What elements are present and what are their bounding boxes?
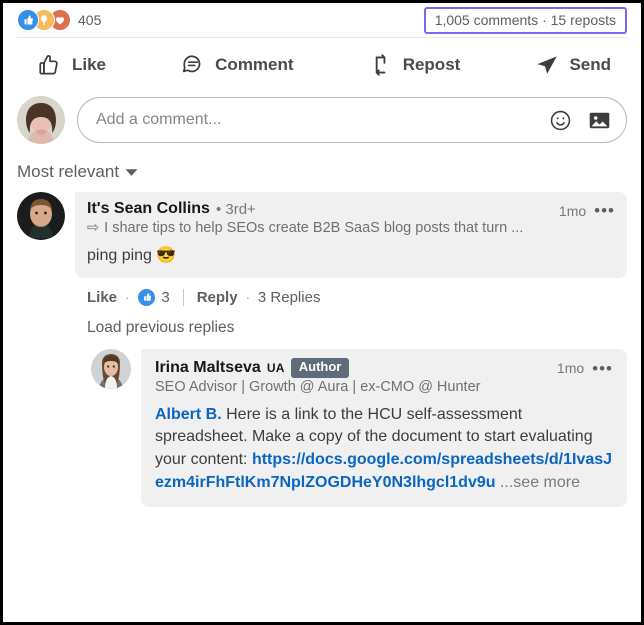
comment-button-label: Comment: [215, 55, 294, 74]
comment-more-options-icon[interactable]: •••: [594, 202, 615, 219]
commenter-avatar[interactable]: [17, 192, 65, 240]
post-social-panel: 405 1,005 comments · 15 reposts Like Com…: [3, 3, 641, 622]
comment-like-count-group[interactable]: 3: [137, 287, 170, 307]
see-more-button[interactable]: ...see more: [496, 474, 580, 491]
reply-header: Irina Maltseva UA Author 1mo •••: [155, 357, 613, 378]
commenter-name: It's Sean Collins: [87, 200, 210, 217]
reply-author-name-suffix: UA: [266, 360, 285, 375]
like-button[interactable]: Like: [33, 50, 110, 80]
comment-text: ping ping 😎: [87, 247, 177, 264]
emoji-smiley-icon[interactable]: [548, 108, 573, 133]
comment-timestamp: 1mo: [558, 202, 587, 219]
reply-author-avatar[interactable]: [91, 348, 131, 389]
reply-content: Irina Maltseva UA Author 1mo ••• SEO Adv…: [141, 348, 627, 507]
comment-actions-dot-2: ·: [245, 289, 250, 305]
comment-header: It's Sean Collins • 3rd+ 1mo •••: [87, 200, 615, 219]
send-button-label: Send: [569, 55, 611, 74]
thumbs-up-icon: [37, 52, 63, 78]
commenter-degree: • 3rd+: [215, 200, 256, 218]
comment-button[interactable]: Comment: [176, 50, 297, 80]
comment-actions-row: Like · 3 Reply · 3 Replies: [75, 280, 627, 313]
linkedin-post-screenshot: 405 1,005 comments · 15 reposts Like Com…: [0, 0, 644, 625]
mini-like-icon: [137, 287, 157, 307]
reply-timestamp: 1mo: [556, 360, 585, 377]
reply-meta: 1mo •••: [557, 358, 613, 377]
reply-author-tagline: SEO Advisor | Growth @ Aura | ex-CMO @ H…: [155, 379, 613, 395]
comment-compose-row: Add a comment...: [3, 92, 641, 158]
reply-author-name: Irina Maltseva: [155, 358, 261, 376]
sort-selector-label: Most relevant: [17, 162, 120, 181]
commenter-tagline-text: I share tips to help SEOs create B2B Saa…: [104, 220, 524, 236]
reaction-count: 405: [78, 12, 102, 28]
like-reaction-icon: [17, 9, 39, 31]
comment-item: It's Sean Collins • 3rd+ 1mo ••• ⇨ I sha…: [17, 192, 627, 278]
comment-like-button[interactable]: Like: [87, 289, 117, 306]
comment-actions-separator: [182, 288, 184, 306]
commenter-tagline: ⇨ I share tips to help SEOs create B2B S…: [87, 220, 615, 236]
reply-author-identity[interactable]: Irina Maltseva UA Author: [155, 357, 350, 378]
reactions-group[interactable]: 405: [17, 9, 101, 31]
reply-text: Albert B. Here is a link to the HCU self…: [155, 404, 613, 495]
paper-plane-icon: [534, 52, 560, 78]
load-previous-replies-button[interactable]: Load previous replies: [87, 313, 234, 349]
like-button-label: Like: [72, 55, 107, 74]
reply-author-tagline-text: SEO Advisor | Growth @ Aura | ex-CMO @ H…: [155, 378, 481, 395]
comment-sort-row: Most relevant: [3, 158, 641, 192]
author-badge: Author: [290, 357, 350, 378]
comments-reposts-count[interactable]: 1,005 comments · 15 reposts: [423, 6, 627, 34]
comment-replies-count[interactable]: 3 Replies: [258, 289, 321, 306]
comments-list: It's Sean Collins • 3rd+ 1mo ••• ⇨ I sha…: [3, 192, 641, 507]
reply-item: Irina Maltseva UA Author 1mo ••• SEO Adv…: [91, 348, 627, 507]
commenter-identity[interactable]: It's Sean Collins • 3rd+: [87, 200, 256, 218]
comment-content: It's Sean Collins • 3rd+ 1mo ••• ⇨ I sha…: [75, 192, 627, 278]
reply-more-options-icon[interactable]: •••: [592, 360, 613, 377]
sort-selector[interactable]: Most relevant: [17, 162, 138, 182]
comment-actions-dot: ·: [125, 289, 130, 305]
post-action-bar: Like Comment Repost Send: [3, 38, 641, 92]
comment-reply-button[interactable]: Reply: [197, 289, 238, 306]
repost-button[interactable]: Repost: [364, 50, 465, 80]
reply-mention-link[interactable]: Albert B.: [155, 406, 222, 423]
speech-bubble-icon: [180, 52, 206, 78]
social-counts-row: 405 1,005 comments · 15 reposts: [3, 3, 641, 35]
image-icon[interactable]: [587, 108, 612, 133]
comment-meta: 1mo •••: [559, 200, 615, 219]
repost-button-label: Repost: [402, 55, 461, 74]
repost-icon: [368, 52, 394, 78]
send-button[interactable]: Send: [530, 50, 615, 80]
tagline-arrow-icon: ⇨: [87, 220, 100, 236]
comment-input-field[interactable]: Add a comment...: [77, 97, 627, 143]
chevron-down-icon: [125, 162, 138, 182]
current-user-avatar[interactable]: [17, 96, 65, 144]
comment-input-placeholder: Add a comment...: [96, 111, 222, 128]
comment-like-count: 3: [161, 288, 170, 306]
